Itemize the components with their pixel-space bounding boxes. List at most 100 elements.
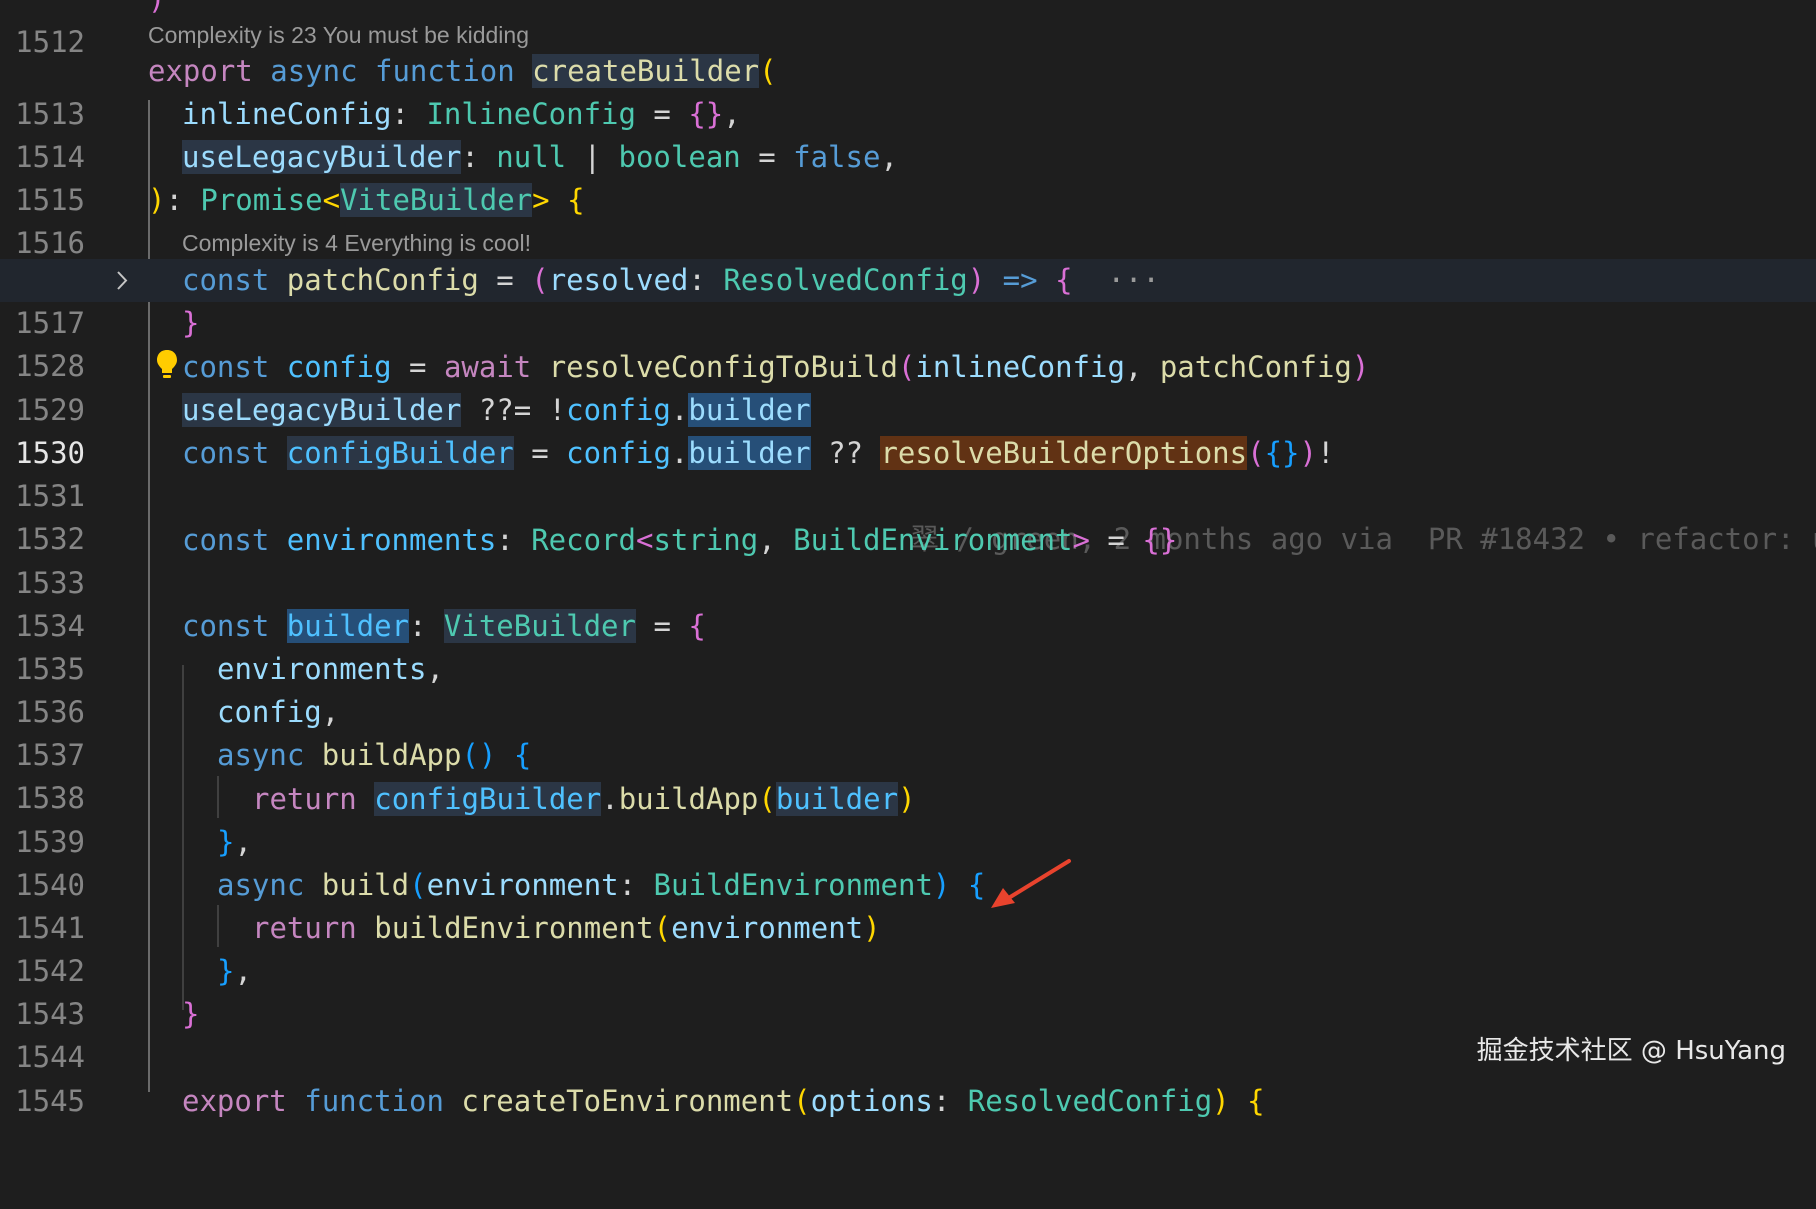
token: InlineConfig xyxy=(426,97,636,131)
token: ( xyxy=(897,350,916,384)
code-line[interactable]: 1513 export async function createBuilder… xyxy=(0,50,1816,131)
token: const xyxy=(182,523,270,557)
codelens-complexity[interactable]: Complexity is 4 Everything is cool! xyxy=(182,228,531,258)
token: configBuilder xyxy=(374,782,602,816)
token: ) xyxy=(148,0,165,16)
token: : xyxy=(932,1084,968,1118)
token: build xyxy=(321,868,410,902)
chevron-right-icon[interactable] xyxy=(112,259,132,302)
token: Promise xyxy=(200,183,323,217)
code-line[interactable]: 1516 ): Promise<ViteBuilder> { xyxy=(0,179,1816,260)
token: { xyxy=(513,738,532,772)
code-line-current[interactable]: 1530 useLegacyBuilder ??= !config.builde… xyxy=(0,389,1816,556)
token: : xyxy=(618,868,654,902)
token: = xyxy=(391,350,444,384)
token: > xyxy=(532,183,550,217)
code-line[interactable]: 1512 ) xyxy=(0,0,1816,59)
token: async xyxy=(217,868,305,902)
token: = xyxy=(635,97,689,131)
code-line[interactable]: 1536 environments, xyxy=(0,648,1816,729)
token: ) xyxy=(967,263,986,297)
token: ) xyxy=(1299,436,1317,470)
token: configBuilder xyxy=(286,436,514,470)
code-line[interactable]: 1529 const config = await resolveConfigT… xyxy=(0,346,1816,427)
token: builder xyxy=(775,782,899,816)
token: ) xyxy=(898,782,916,816)
token: = xyxy=(740,140,794,174)
token: {} xyxy=(1264,436,1300,470)
codelens-complexity[interactable]: Complexity is 23 You must be kidding xyxy=(148,20,529,50)
code-line[interactable]: 1531 const configBuilder = config.builde… xyxy=(0,432,1816,513)
token: < xyxy=(635,523,654,557)
token: : xyxy=(165,183,201,217)
folded-ellipsis[interactable]: ··· xyxy=(1107,263,1159,297)
token: , xyxy=(234,954,252,988)
watermark: 掘金技术社区 @ HsuYang xyxy=(1476,1036,1786,1066)
token: => xyxy=(985,263,1056,297)
token: config xyxy=(217,695,322,729)
token: , xyxy=(723,97,741,131)
code-line[interactable]: 1539 return configBuilder.buildApp(build… xyxy=(0,778,1816,859)
token: , xyxy=(758,523,794,557)
token: ( xyxy=(1247,436,1265,470)
token: . xyxy=(601,782,619,816)
code-line[interactable]: 1528 } xyxy=(0,302,1816,383)
code-line[interactable]: export function createToEnvironment(opti… xyxy=(0,1080,1816,1123)
token: resolveConfigToBuild xyxy=(548,350,898,384)
red-arrow-annotation xyxy=(991,859,1071,908)
code-line[interactable]: 1532 xyxy=(0,475,1816,556)
token: createBuilder xyxy=(532,54,760,88)
token: builder xyxy=(688,393,811,427)
code-line[interactable]: 1514 inlineConfig: InlineConfig = {}, xyxy=(0,93,1816,174)
code-line[interactable]: 1542 return buildEnvironment(environment… xyxy=(0,907,1816,988)
token: , xyxy=(234,825,252,859)
token: export xyxy=(182,1084,287,1118)
token: : xyxy=(461,140,497,174)
token: {} xyxy=(1142,523,1178,557)
code-line-folded[interactable]: 1517 const patchConfig = (resolved: Reso… xyxy=(0,259,1816,340)
token: createToEnvironment xyxy=(461,1084,794,1118)
token: export xyxy=(148,54,253,88)
token: ?? xyxy=(810,436,881,470)
code-editor[interactable]: 1512 ) Complexity is 23 You must be kidd… xyxy=(0,0,1816,1118)
token: : xyxy=(688,263,724,297)
token: useLegacyBuilder xyxy=(182,140,462,174)
token: , xyxy=(880,140,898,174)
code-line[interactable]: 1538 async buildApp() { xyxy=(0,734,1816,815)
code-line[interactable]: 1535 const builder: ViteBuilder = { xyxy=(0,605,1816,686)
token: ViteBuilder xyxy=(340,183,533,217)
token: ( xyxy=(758,782,776,816)
code-line[interactable]: 1543 }, xyxy=(0,950,1816,1031)
token: > xyxy=(1072,523,1090,557)
token: { xyxy=(567,183,585,217)
token: {} xyxy=(688,97,724,131)
token: ) xyxy=(932,868,951,902)
token: environment xyxy=(671,911,864,945)
token: environment xyxy=(426,868,619,902)
token: , xyxy=(426,652,444,686)
code-line[interactable]: 1537 config, xyxy=(0,691,1816,772)
token: , xyxy=(1124,350,1160,384)
token: return xyxy=(252,782,357,816)
token: buildApp xyxy=(618,782,759,816)
token: BuildEnvironment xyxy=(653,868,933,902)
token: await xyxy=(443,350,532,384)
token: ) xyxy=(148,183,166,217)
token: ( xyxy=(653,911,672,945)
token: = xyxy=(478,263,532,297)
token: | xyxy=(566,140,619,174)
token: string xyxy=(653,523,759,557)
code-line[interactable]: 1540 }, xyxy=(0,821,1816,902)
lightbulb-icon[interactable] xyxy=(155,348,179,382)
token: ViteBuilder xyxy=(443,609,636,643)
code-line[interactable]: 1534 xyxy=(0,562,1816,643)
token: function xyxy=(304,1084,444,1118)
token: } xyxy=(182,306,200,340)
code-line[interactable]: 1541 async build(environment: BuildEnvir… xyxy=(0,864,1816,945)
token: useLegacyBuilder xyxy=(182,393,462,427)
code-line[interactable]: 1515 useLegacyBuilder: null | boolean = … xyxy=(0,136,1816,217)
token: resolved xyxy=(548,263,689,297)
code-line[interactable]: 1533 const environments: Record<string, … xyxy=(0,519,1816,600)
